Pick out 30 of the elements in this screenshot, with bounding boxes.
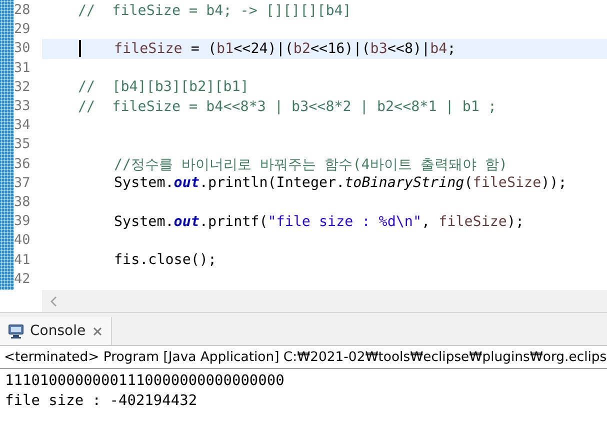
line-number: 35 xyxy=(14,135,32,154)
line-number: 28 xyxy=(14,1,32,20)
console-tab[interactable]: Console xyxy=(0,317,112,345)
console-output-line: file size : -402194432 xyxy=(5,392,198,411)
monitor-icon xyxy=(8,324,24,338)
horizontal-scrollbar[interactable] xyxy=(42,290,607,312)
text-cursor xyxy=(79,40,81,58)
code-line: // fileSize = b4; -> [][][][b4] xyxy=(77,2,352,20)
line-number: 34 xyxy=(14,116,32,136)
line-number: 31 xyxy=(14,58,32,78)
code-line: // [b4][b3][b2][b1] xyxy=(77,78,250,97)
line-number: 42 xyxy=(14,270,32,289)
line-number: 36 xyxy=(14,154,32,174)
line-number: 32 xyxy=(14,78,32,97)
line-number: 39 xyxy=(14,212,32,232)
line-number: 41 xyxy=(14,250,32,270)
scroll-left-icon[interactable] xyxy=(50,296,57,306)
console-output-line: 11101000000001110000000000000000 xyxy=(5,372,286,391)
line-number: 38 xyxy=(14,192,32,212)
code-line: System.out.println(Integer.toBinaryString(fileSize)); xyxy=(113,174,568,193)
code-line: // fileSize = b4<<8*3 | b3<<8*2 | b2<<8*1 | b1 ; xyxy=(77,98,498,116)
line-number: 30 xyxy=(14,39,32,58)
line-number: 40 xyxy=(14,231,32,250)
code-line: fis.close(); xyxy=(113,251,218,270)
code-line: System.out.printf("file size : %d\n", fileSize); xyxy=(113,212,526,232)
line-number: 29 xyxy=(14,20,32,40)
code-line: //정수를 바이너리로 바꿔주는 함수(4바이트 출력돼야 함) xyxy=(113,156,508,174)
close-icon[interactable] xyxy=(92,326,103,336)
line-number: 33 xyxy=(14,97,32,116)
line-number: 37 xyxy=(14,174,32,193)
